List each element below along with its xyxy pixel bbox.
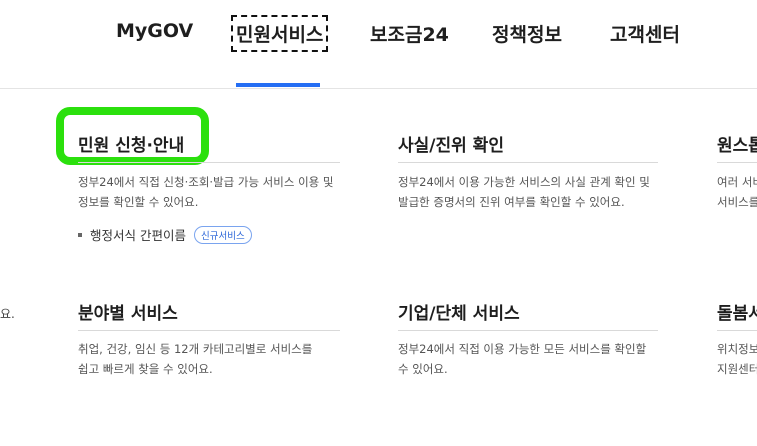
top-navigation: MyGOV 민원서비스 보조금24 정책정보 고객센터: [0, 0, 757, 89]
desc-line: 정부24에서 직접 이용 가능한 모든 서비스를 확인할: [398, 342, 647, 356]
sub-link-form-simple-name[interactable]: 행정서식 간편이름 신규서비스: [78, 225, 252, 244]
desc-line: 발급한 증명서의 진위 여부를 확인할 수 있어요.: [398, 195, 625, 209]
desc-line: 쉽고 빠르게 찾을 수 있어요.: [78, 362, 213, 376]
divider: [398, 162, 658, 163]
divider: [398, 330, 658, 331]
card-desc-one-stop: 여러 서비 서비스를: [717, 172, 757, 212]
nav-customer-center[interactable]: 고객센터: [610, 20, 680, 47]
divider: [78, 162, 340, 163]
desc-line: 정부24에서 이용 가능한 서비스의 사실 관계 확인 및: [398, 175, 650, 189]
card-desc-fact-check: 정부24에서 이용 가능한 서비스의 사실 관계 확인 및 발급한 증명서의 진…: [398, 172, 650, 212]
new-service-badge: 신규서비스: [193, 225, 252, 244]
nav-subsidy24[interactable]: 보조금24: [370, 20, 449, 47]
clipped-left-text: 요.: [0, 307, 15, 321]
desc-line: 지원센터: [717, 362, 757, 376]
card-title-fact-check[interactable]: 사실/진위 확인: [398, 131, 504, 156]
desc-line: 수 있어요.: [398, 362, 448, 376]
card-title-civil-apply[interactable]: 민원 신청·안내: [78, 131, 184, 156]
desc-line: 정보를 확인할 수 있어요.: [78, 195, 199, 209]
desc-line: 정부24에서 직접 신청·조회·발급 가능 서비스 이용 및: [78, 175, 334, 189]
desc-line: 위치정보: [717, 342, 757, 356]
desc-line: 취업, 건강, 임신 등 12개 카테고리별로 서비스를: [78, 342, 313, 356]
card-desc-by-field: 취업, 건강, 임신 등 12개 카테고리별로 서비스를 쉽고 빠르게 찾을 수…: [78, 339, 312, 379]
nav-mygov[interactable]: MyGOV: [116, 20, 193, 42]
desc-line: 서비스를: [717, 195, 757, 209]
bullet-icon: [78, 232, 82, 237]
card-title-one-stop[interactable]: 원스톱: [717, 131, 757, 156]
active-tab-indicator: [236, 83, 320, 87]
card-desc-corp-group: 정부24에서 직접 이용 가능한 모든 서비스를 확인할 수 있어요.: [398, 339, 646, 379]
card-desc-civil-apply: 정부24에서 직접 신청·조회·발급 가능 서비스 이용 및 정보를 확인할 수…: [78, 172, 333, 212]
nav-policy-info[interactable]: 정책정보: [492, 20, 562, 47]
desc-line: 여러 서비: [717, 175, 757, 189]
divider: [717, 162, 757, 163]
sub-link-label: 행정서식 간편이름: [90, 228, 186, 243]
nav-civil-service[interactable]: 민원서비스: [230, 15, 329, 52]
divider: [717, 330, 757, 331]
divider: [78, 330, 340, 331]
card-desc-care: 위치정보 지원센터: [717, 339, 757, 379]
card-title-by-field[interactable]: 분야별 서비스: [78, 299, 178, 324]
card-title-corp-group[interactable]: 기업/단체 서비스: [398, 299, 520, 324]
card-title-care[interactable]: 돌봄서: [717, 299, 757, 324]
